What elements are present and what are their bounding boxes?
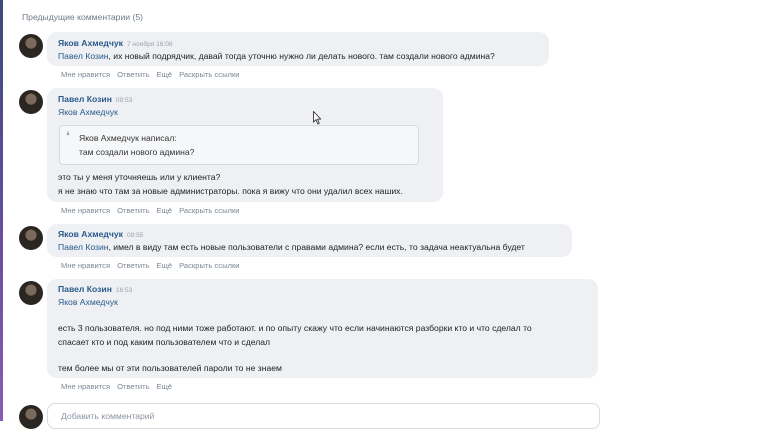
avatar[interactable] [19, 34, 43, 58]
comment-time[interactable]: 16:53 [116, 287, 133, 294]
comment-actions: Мне нравится Ответить Ещё Раскрыть ссылки [61, 70, 247, 79]
reply-button[interactable]: Ответить [117, 206, 149, 215]
comment-body: , имел в виду там есть новые пользовател… [108, 242, 525, 252]
comment-text: Павел Козин, их новый подрядчик, давай т… [58, 51, 495, 61]
reply-button[interactable]: Ответить [117, 70, 149, 79]
comment-header: Павел Козин 09:53 [58, 94, 132, 104]
quote-block: ❛ Яков Ахмедчук написал: там создали нов… [59, 125, 419, 165]
more-button[interactable]: Ещё [157, 261, 173, 270]
avatar[interactable] [19, 90, 43, 114]
previous-comments-link[interactable]: Предыдущие комментарии (5) [22, 12, 143, 22]
comment-actions: Мне нравится Ответить Ещё [61, 382, 179, 391]
comment-time[interactable]: 7 ноября 16:08 [127, 41, 173, 48]
quote-icon: ❛ [66, 129, 70, 143]
expand-links-button[interactable]: Раскрыть ссылки [179, 206, 239, 215]
comment-body: это ты у меня уточняешь или у клиента? [58, 172, 221, 182]
like-button[interactable]: Мне нравится [61, 206, 110, 215]
mention-link[interactable]: Яков Ахмедчук [58, 297, 118, 307]
comment-body: тем более мы от эти пользователей пароли… [58, 363, 282, 373]
comment-author[interactable]: Яков Ахмедчук [58, 229, 123, 239]
comment-time[interactable]: 09:55 [127, 232, 144, 239]
comment-text: Павел Козин, имел в виду там есть новые … [58, 242, 525, 252]
expand-links-button[interactable]: Раскрыть ссылки [179, 70, 239, 79]
comment-header: Павел Козин 16:53 [58, 284, 132, 294]
quote-text: там создали нового админа? [79, 147, 195, 157]
more-button[interactable]: Ещё [157, 382, 173, 391]
comment-actions: Мне нравится Ответить Ещё Раскрыть ссылки [61, 261, 247, 270]
current-user-avatar[interactable] [19, 405, 43, 429]
like-button[interactable]: Мне нравится [61, 70, 110, 79]
comment-bubble: Яков Ахмедчук 7 ноября 16:08 Павел Козин,… [47, 32, 549, 66]
comment-header: Яков Ахмедчук 09:55 [58, 229, 143, 239]
expand-links-button[interactable]: Раскрыть ссылки [179, 261, 239, 270]
quote-header: Яков Ахмедчук написал: [79, 133, 177, 143]
comment-body: я не знаю что там за новые администратор… [58, 186, 403, 196]
avatar[interactable] [19, 226, 43, 250]
avatar[interactable] [19, 281, 43, 305]
mouse-cursor-icon [313, 111, 321, 125]
comment-actions: Мне нравится Ответить Ещё Раскрыть ссылки [61, 206, 247, 215]
window-edge [0, 0, 3, 421]
comment-text: Яков Ахмедчук [58, 297, 118, 307]
comment-bubble: Павел Козин 09:53 Яков Ахмедчук ❛ Яков Ах… [47, 88, 443, 202]
comment-body: спасает кто и под каким пользователем чт… [58, 337, 271, 347]
comment-bubble: Павел Козин 16:53 Яков Ахмедчук есть 3 по… [47, 279, 598, 378]
more-button[interactable]: Ещё [157, 70, 173, 79]
comment-text: Яков Ахмедчук [58, 107, 118, 117]
mention-link[interactable]: Павел Козин [58, 242, 109, 252]
comment-author[interactable]: Павел Козин [58, 284, 112, 294]
more-button[interactable]: Ещё [157, 206, 173, 215]
mention-link[interactable]: Павел Козин [58, 51, 109, 61]
comment-body: есть 3 пользователя. но под ними тоже ра… [58, 323, 532, 333]
like-button[interactable]: Мне нравится [61, 261, 110, 270]
like-button[interactable]: Мне нравится [61, 382, 110, 391]
comment-input-box[interactable] [47, 403, 600, 429]
comment-header: Яков Ахмедчук 7 ноября 16:08 [58, 38, 173, 48]
comment-input[interactable] [61, 411, 461, 421]
mention-link[interactable]: Яков Ахмедчук [58, 107, 118, 117]
comment-body: , их новый подрядчик, давай тогда уточню… [108, 51, 495, 61]
comment-bubble: Яков Ахмедчук 09:55 Павел Козин, имел в в… [47, 224, 572, 257]
reply-button[interactable]: Ответить [117, 261, 149, 270]
comment-author[interactable]: Яков Ахмедчук [58, 38, 123, 48]
comment-time[interactable]: 09:53 [116, 97, 133, 104]
comment-author[interactable]: Павел Козин [58, 94, 112, 104]
reply-button[interactable]: Ответить [117, 382, 149, 391]
